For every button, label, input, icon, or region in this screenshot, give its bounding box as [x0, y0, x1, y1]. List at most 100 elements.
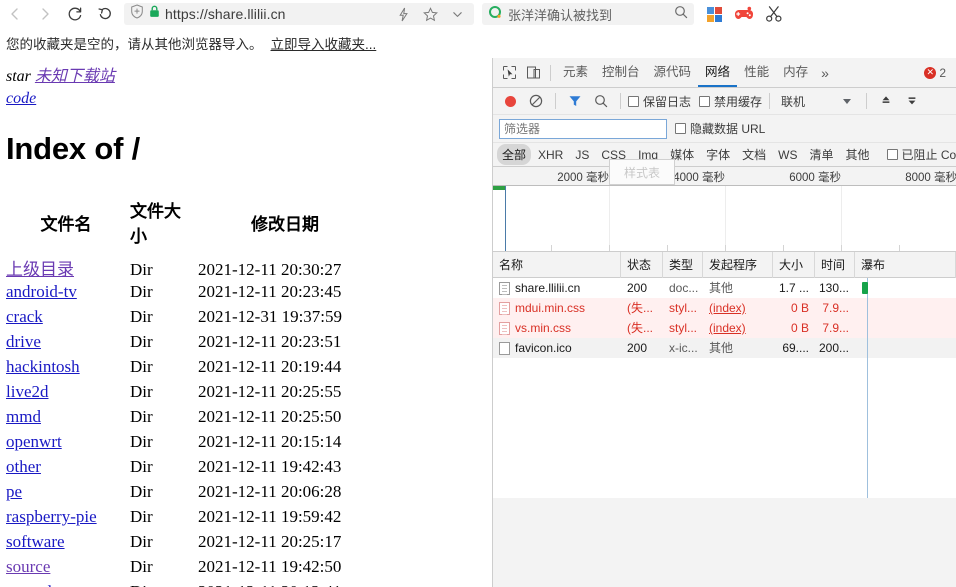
cell-name: pe — [6, 481, 126, 506]
star-icon[interactable] — [419, 6, 441, 22]
column-header-initiator[interactable]: 发起程序 — [703, 251, 773, 278]
directory-link[interactable]: drive — [6, 332, 41, 351]
error-indicator[interactable]: ✕ 2 — [924, 66, 956, 80]
table-row: pe Dir 2021-12-11 20:06:28 — [6, 481, 380, 506]
type-filter-10[interactable]: 其他 — [840, 144, 874, 165]
lightning-icon[interactable] — [392, 7, 414, 22]
disable-cache-checkbox[interactable]: 禁用缓存 — [699, 93, 762, 110]
column-header-name[interactable]: 名称 — [493, 251, 621, 278]
table-row: source Dir 2021-12-11 19:42:50 — [6, 556, 380, 581]
star-prefix: star — [6, 68, 31, 85]
devtools-tab-3[interactable]: 网络 — [698, 58, 738, 87]
toolbar-divider-2 — [620, 93, 621, 109]
directory-link[interactable]: mmd — [6, 407, 41, 426]
inspect-cursor-icon[interactable] — [497, 61, 521, 85]
stylesheet-icon — [499, 321, 510, 335]
table-row: raspberry-pie Dir 2021-12-11 19:59:42 — [6, 506, 380, 531]
cell-date: 2021-12-11 20:15:14 — [198, 432, 342, 452]
record-dot-icon[interactable] — [498, 89, 522, 113]
directory-link[interactable]: live2d — [6, 382, 49, 401]
devtools-tab-1[interactable]: 控制台 — [595, 58, 647, 87]
cell-name[interactable]: vs.min.css — [493, 318, 621, 338]
cell-time: 130... — [818, 281, 849, 295]
devtools-tab-4[interactable]: 性能 — [737, 58, 776, 87]
devtools-tab-0[interactable]: 元素 — [556, 58, 595, 87]
import-bookmarks-link[interactable]: 立即导入收藏夹... — [271, 33, 377, 53]
directory-link[interactable]: other — [6, 457, 41, 476]
table-row[interactable]: share.llilii.cn 200 doc... 其他 1.7 ... 130... — [493, 278, 956, 298]
table-header-row: 文件名 文件大小 修改日期 — [6, 197, 380, 254]
download-arrow-icon[interactable] — [900, 89, 924, 113]
column-header-waterfall[interactable]: 瀑布 — [855, 251, 956, 278]
search-box[interactable]: 张洋洋确认被找到 — [482, 3, 694, 25]
directory-link[interactable]: openwrt — [6, 432, 62, 451]
column-header-status[interactable]: 状态 — [621, 251, 663, 278]
chevron-down-icon[interactable] — [835, 89, 859, 113]
column-header-size[interactable]: 大小 — [773, 251, 815, 278]
type-filter-1[interactable]: XHR — [533, 146, 568, 164]
forward-button[interactable] — [30, 1, 60, 27]
more-tabs-button[interactable]: » — [815, 65, 835, 81]
apps-grid-icon[interactable] — [700, 1, 728, 27]
throttling-label[interactable]: 联机 — [777, 93, 809, 110]
column-header-time[interactable]: 时间 — [815, 251, 855, 278]
network-overview-timeline[interactable]: 2000 毫秒 4000 毫秒 6000 毫秒 8000 毫秒 — [493, 167, 956, 252]
directory-link[interactable]: software — [6, 532, 65, 551]
column-header-name: 文件名 — [40, 214, 92, 234]
cell-initiator[interactable]: (index) — [703, 318, 773, 338]
shield-plus-icon[interactable] — [130, 4, 144, 24]
type-filter-7[interactable]: 文档 — [737, 144, 771, 165]
upload-arrow-icon[interactable] — [874, 89, 898, 113]
filter-input[interactable] — [499, 118, 667, 139]
checkbox-box — [699, 95, 711, 107]
network-request-list[interactable]: share.llilii.cn 200 doc... 其他 1.7 ... 130... m… — [493, 278, 956, 498]
column-header-type[interactable]: 类型 — [663, 251, 703, 278]
code-link[interactable]: code — [6, 90, 36, 107]
type-filter-9[interactable]: 清单 — [804, 144, 838, 165]
preserve-log-label: 保留日志 — [643, 94, 692, 109]
type-filter-0[interactable]: 全部 — [497, 144, 532, 165]
devtools-tab-2[interactable]: 源代码 — [647, 58, 699, 87]
cell-name[interactable]: mdui.min.css — [493, 298, 621, 318]
toolbar-divider-1 — [555, 93, 556, 109]
clear-no-entry-icon[interactable] — [524, 89, 548, 113]
gamepad-icon[interactable] — [730, 1, 758, 27]
back-button[interactable] — [0, 1, 30, 27]
history-button[interactable] — [90, 1, 120, 27]
preserve-log-checkbox[interactable]: 保留日志 — [628, 93, 691, 110]
type-filter-6[interactable]: 字体 — [701, 144, 735, 165]
directory-link[interactable]: android-tv — [6, 282, 77, 301]
chevron-down-icon[interactable] — [446, 8, 468, 21]
scissors-icon[interactable] — [760, 1, 788, 27]
directory-link[interactable]: hackintosh — [6, 357, 80, 376]
cell-name[interactable]: favicon.ico — [493, 338, 621, 358]
directory-link[interactable]: xpenology — [6, 582, 78, 587]
table-row[interactable]: favicon.ico 200 x-ic... 其他 69.... 200... — [493, 338, 956, 358]
directory-link[interactable]: 上级目录 — [6, 260, 74, 279]
cell-name: openwrt — [6, 431, 126, 456]
o-logo-icon — [488, 5, 502, 24]
type-filter-2[interactable]: JS — [570, 146, 594, 164]
table-row[interactable]: vs.min.css (失... styl... (index) 0 B 7.9... — [493, 318, 956, 338]
address-bar[interactable]: https://share.llilii.cn — [124, 3, 474, 25]
hide-data-urls-checkbox[interactable]: 隐藏数据 URL — [675, 120, 765, 137]
unknown-download-site-link[interactable]: 未知下载站 — [35, 68, 115, 85]
cell-name[interactable]: share.llilii.cn — [493, 278, 621, 298]
directory-link[interactable]: source — [6, 557, 50, 576]
directory-link[interactable]: pe — [6, 482, 22, 501]
devtools-tab-5[interactable]: 内存 — [776, 58, 815, 87]
type-filter-8[interactable]: WS — [773, 146, 802, 164]
directory-link[interactable]: raspberry-pie — [6, 507, 97, 526]
device-toolbar-icon[interactable] — [521, 61, 545, 85]
search-icon[interactable] — [674, 5, 688, 24]
directory-link[interactable]: crack — [6, 307, 43, 326]
blocked-cookies-checkbox[interactable]: 已阻止 Cookie — [886, 146, 956, 163]
cell-date: 2021-12-11 20:13:41 — [190, 581, 380, 587]
checkbox-box — [886, 149, 898, 160]
reload-button[interactable] — [60, 1, 90, 27]
table-row[interactable]: mdui.min.css (失... styl... (index) 0 B 7.9... — [493, 298, 956, 318]
search-icon[interactable] — [589, 89, 613, 113]
cell-waterfall — [855, 298, 956, 318]
cell-initiator[interactable]: (index) — [703, 298, 773, 318]
funnel-icon[interactable] — [563, 89, 587, 113]
